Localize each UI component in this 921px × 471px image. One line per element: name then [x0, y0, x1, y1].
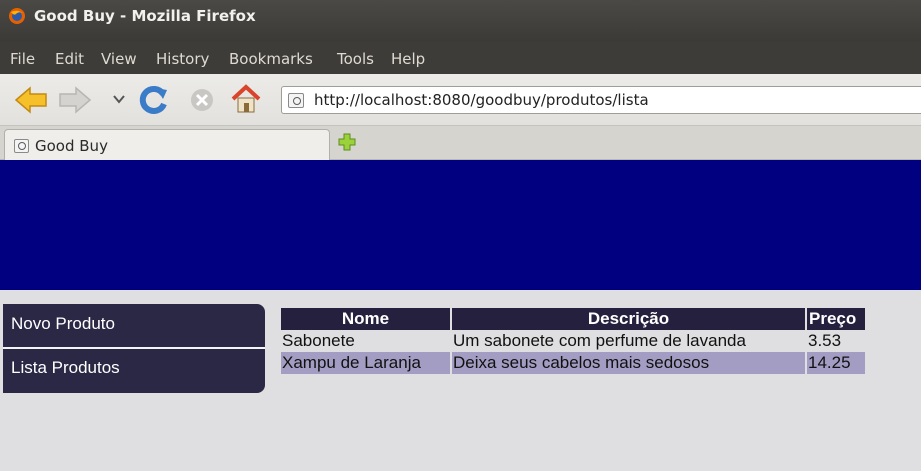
- stop-icon: [191, 89, 213, 111]
- url-text[interactable]: http://localhost:8080/goodbuy/produtos/l…: [314, 91, 649, 109]
- cell-descricao: Um sabonete com perfume de lavanda: [453, 331, 746, 350]
- menu-link-novo-produto[interactable]: Novo Produto: [11, 314, 115, 334]
- page-icon: [288, 93, 304, 108]
- table-header-row: Nome Descrição Preço: [281, 308, 865, 330]
- products-table: Nome Descrição Preço Sabonete Um sabonet…: [279, 308, 867, 374]
- firefox-icon: [9, 8, 25, 24]
- tab-good-buy[interactable]: Good Buy: [4, 129, 330, 160]
- page-header-banner: [0, 160, 921, 290]
- menu-edit[interactable]: Edit: [55, 50, 84, 68]
- page-icon: [14, 139, 29, 153]
- back-arrow-icon[interactable]: [14, 86, 48, 114]
- menu-help[interactable]: Help: [391, 50, 425, 68]
- new-tab-plus-icon[interactable]: [338, 133, 356, 151]
- history-dropdown-icon[interactable]: [112, 92, 126, 106]
- table-row: Xampu de Laranja Deixa seus cabelos mais…: [281, 352, 865, 374]
- menu-file[interactable]: File: [10, 50, 35, 68]
- cell-descricao: Deixa seus cabelos mais sedosos: [452, 352, 805, 374]
- menu-divider: [3, 347, 265, 349]
- navigation-toolbar: http://localhost:8080/goodbuy/produtos/l…: [0, 74, 921, 126]
- tab-label: Good Buy: [35, 137, 108, 155]
- column-header-preco: Preço: [807, 308, 865, 330]
- menu-link-lista-produtos[interactable]: Lista Produtos: [11, 358, 120, 378]
- reload-icon[interactable]: [138, 84, 170, 116]
- cell-nome: Xampu de Laranja: [281, 352, 450, 374]
- url-bar[interactable]: http://localhost:8080/goodbuy/produtos/l…: [281, 86, 921, 114]
- menu-bar: File Edit View History Bookmarks Tools H…: [0, 42, 921, 74]
- menu-tools[interactable]: Tools: [337, 50, 374, 68]
- window-titlebar: Good Buy - Mozilla Firefox: [0, 0, 921, 42]
- column-header-nome: Nome: [281, 308, 450, 330]
- forward-arrow-icon: [59, 86, 92, 114]
- window-title: Good Buy - Mozilla Firefox: [34, 7, 256, 25]
- cell-nome: Sabonete: [282, 331, 355, 350]
- page-content: Novo Produto Lista Produtos Nome Descriç…: [0, 160, 921, 471]
- home-icon[interactable]: [230, 84, 262, 114]
- menu-history[interactable]: History: [156, 50, 209, 68]
- menu-view[interactable]: View: [101, 50, 137, 68]
- column-header-descricao: Descrição: [452, 308, 805, 330]
- tab-bar: Good Buy: [0, 126, 921, 160]
- cell-preco: 3.53: [808, 331, 842, 350]
- menu-bookmarks[interactable]: Bookmarks: [229, 50, 313, 68]
- side-menu: Novo Produto Lista Produtos: [3, 304, 265, 393]
- cell-preco: 14.25: [807, 352, 865, 374]
- table-row: Sabonete Um sabonete com perfume de lava…: [281, 330, 865, 352]
